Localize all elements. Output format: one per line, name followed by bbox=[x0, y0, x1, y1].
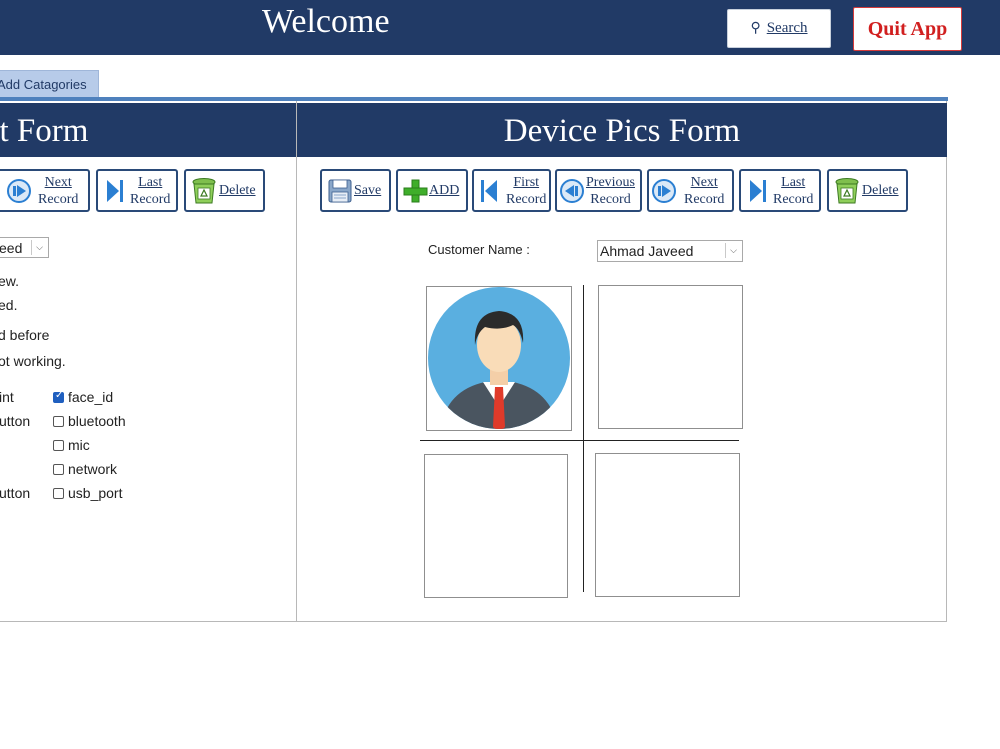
first-record-button[interactable]: First Record bbox=[472, 169, 551, 212]
chevron-down-icon: ⌵ bbox=[725, 243, 741, 258]
next-record-button[interactable]: Next Record bbox=[647, 169, 734, 212]
first-record-icon bbox=[481, 179, 497, 202]
left-last-record-label: Last Record bbox=[130, 174, 171, 207]
floppy-save-icon bbox=[328, 179, 352, 202]
quit-app-button[interactable]: Quit App bbox=[853, 7, 962, 51]
left-next-record-button[interactable]: Next Record bbox=[0, 169, 90, 212]
device-pic-2[interactable] bbox=[598, 285, 743, 429]
right-form-title-bar: Device Pics Form bbox=[297, 103, 947, 157]
delete-button[interactable]: Delete bbox=[827, 169, 908, 212]
last-record-icon bbox=[750, 179, 766, 202]
mic-checkbox[interactable] bbox=[53, 440, 64, 451]
pic-grid-vertical-line bbox=[583, 285, 584, 592]
left-delete-button[interactable]: Delete bbox=[184, 169, 265, 212]
left-option-label-3: utton bbox=[0, 485, 31, 501]
left-text-line-2: ed. bbox=[0, 297, 18, 313]
left-customer-combo[interactable]: eed ⌵ bbox=[0, 237, 49, 258]
left-text-line-4: ot working. bbox=[0, 353, 66, 369]
add-button[interactable]: ADD bbox=[396, 169, 468, 212]
recycle-bin-icon bbox=[192, 177, 216, 203]
usb-port-label: usb_port bbox=[68, 485, 123, 501]
save-button[interactable]: Save bbox=[320, 169, 391, 212]
last-record-button[interactable]: Last Record bbox=[739, 169, 821, 212]
left-delete-label: Delete bbox=[219, 182, 256, 198]
usb-port-checkbox[interactable] bbox=[53, 488, 64, 499]
previous-record-button[interactable]: Previous Record bbox=[555, 169, 642, 212]
bluetooth-checkbox[interactable] bbox=[53, 416, 64, 427]
left-customer-value: eed bbox=[0, 239, 23, 256]
first-record-label: First Record bbox=[506, 174, 547, 207]
face-id-label: face_id bbox=[68, 389, 114, 405]
top-header-bar bbox=[0, 0, 1000, 55]
next-record-icon bbox=[652, 178, 676, 203]
plus-add-icon bbox=[403, 179, 428, 202]
customer-name-combo[interactable]: Ahmad Javeed ⌵ bbox=[597, 240, 743, 262]
last-record-label: Last Record bbox=[773, 174, 814, 207]
device-pic-3[interactable] bbox=[424, 454, 568, 598]
device-pic-1[interactable] bbox=[426, 286, 572, 431]
network-checkbox[interactable] bbox=[53, 464, 64, 475]
chevron-down-icon: ⌵ bbox=[31, 240, 47, 255]
user-avatar-icon bbox=[428, 287, 570, 429]
form-divider bbox=[296, 101, 297, 622]
customer-name-value: Ahmad Javeed bbox=[600, 243, 694, 259]
left-form-title: est Form bbox=[0, 113, 89, 149]
save-label: Save bbox=[354, 182, 382, 198]
left-text-line-1: ew. bbox=[0, 273, 20, 289]
previous-record-icon bbox=[560, 178, 584, 203]
device-pic-4[interactable] bbox=[595, 453, 740, 597]
search-button[interactable]: ⚲ Search bbox=[727, 9, 831, 48]
next-record-label: Next Record bbox=[684, 174, 725, 207]
customer-name-label: Customer Name : bbox=[428, 242, 530, 257]
welcome-title: Welcome bbox=[262, 3, 390, 40]
tab-add-catagories[interactable]: Add Catagories bbox=[0, 70, 99, 97]
recycle-bin-icon bbox=[835, 177, 859, 203]
network-label: network bbox=[68, 461, 118, 477]
left-last-record-button[interactable]: Last Record bbox=[96, 169, 178, 212]
delete-label: Delete bbox=[862, 182, 899, 198]
left-option-label-1: int bbox=[0, 389, 14, 405]
left-option-label-2: utton bbox=[0, 413, 31, 429]
search-button-label: Search bbox=[766, 20, 808, 36]
next-record-icon bbox=[7, 178, 31, 203]
face-id-checkbox[interactable] bbox=[53, 390, 64, 403]
pic-grid-horizontal-line bbox=[420, 440, 739, 441]
left-form-title-bar: est Form bbox=[0, 103, 296, 157]
previous-record-label: Previous Record bbox=[586, 174, 635, 207]
search-icon: ⚲ bbox=[750, 21, 761, 36]
mic-label: mic bbox=[68, 437, 90, 453]
right-form-title: Device Pics Form bbox=[503, 113, 741, 149]
left-text-line-3: d before bbox=[0, 327, 50, 343]
last-record-icon bbox=[107, 179, 123, 202]
bluetooth-label: bluetooth bbox=[68, 413, 126, 429]
add-label: ADD bbox=[429, 182, 460, 198]
left-next-record-label: Next Record bbox=[38, 174, 79, 207]
